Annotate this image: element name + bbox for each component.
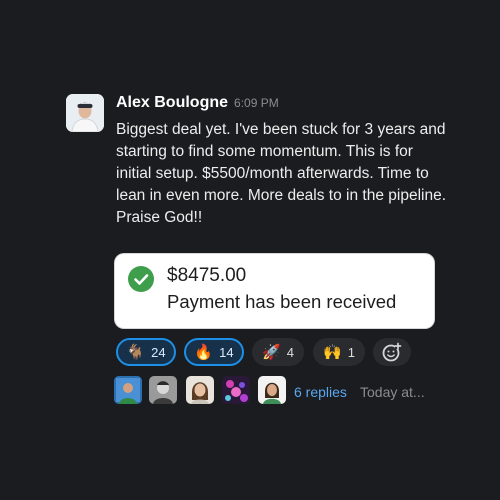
reply-avatar[interactable]: [186, 376, 214, 404]
message-timestamp[interactable]: 6:09 PM: [234, 96, 279, 110]
add-reaction-button[interactable]: [373, 338, 411, 366]
reaction-count: 1: [347, 344, 355, 360]
payment-amount: $8475.00: [167, 265, 247, 286]
reply-avatar[interactable]: [114, 376, 142, 404]
rocket-icon: 🚀: [262, 344, 281, 361]
reaction-goat[interactable]: 🐐 24: [116, 338, 176, 366]
reaction-raised-hands[interactable]: 🙌 1: [313, 338, 365, 366]
reaction-fire[interactable]: 🔥 14: [184, 338, 244, 366]
reaction-count: 4: [286, 344, 294, 360]
reaction-count: 24: [151, 344, 166, 360]
reaction-count: 14: [219, 344, 234, 360]
payment-card: $8475.00 Payment has been received: [115, 254, 434, 328]
check-circle-icon: [128, 266, 154, 292]
author-avatar[interactable]: [66, 94, 104, 132]
replies-link[interactable]: 6 replies: [294, 384, 347, 400]
raised-hands-icon: 🙌: [323, 344, 342, 361]
reaction-rocket[interactable]: 🚀 4: [252, 338, 304, 366]
payment-status: Payment has been received: [167, 291, 397, 312]
reply-avatar[interactable]: [258, 376, 286, 404]
goat-icon: 🐐: [126, 344, 146, 361]
reply-avatar[interactable]: [222, 376, 250, 404]
last-reply-time: Today at...: [360, 384, 425, 400]
reply-avatar[interactable]: [149, 376, 177, 404]
add-emoji-icon: [382, 342, 402, 362]
fire-icon: 🔥: [194, 344, 214, 361]
author-name[interactable]: Alex Boulogne: [116, 94, 228, 112]
message-text: Biggest deal yet. I've been stuck for 3 …: [116, 121, 447, 226]
